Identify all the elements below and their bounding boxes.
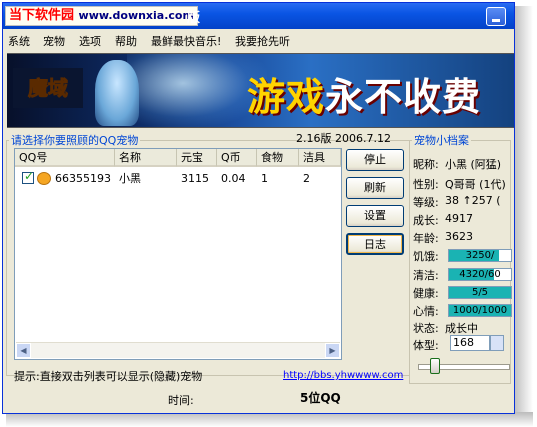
age-label: 年龄: xyxy=(413,232,439,245)
log-button[interactable]: 日志 xyxy=(346,233,404,255)
minimize-button[interactable] xyxy=(486,7,506,26)
menu-options[interactable]: 选项 xyxy=(79,33,101,49)
health-label: 健康: xyxy=(413,287,439,300)
window-shadow-bottom xyxy=(6,412,533,427)
pet-row-checkbox[interactable]: ✓ xyxy=(22,169,35,184)
mood-bar: 1000/1000 xyxy=(448,304,512,317)
checkmark-icon: ✓ xyxy=(24,169,35,183)
size-input[interactable]: 168 xyxy=(450,335,490,351)
hunger-label: 饥饿: xyxy=(413,250,439,263)
column-header-food[interactable]: 食物 xyxy=(257,149,299,167)
menu-music[interactable]: 最鲜最快音乐! xyxy=(151,33,221,49)
game-logo-icon: 魔域 xyxy=(13,68,83,108)
watermark-url: www.downxia.com xyxy=(78,9,194,22)
health-bar-text: 5/5 xyxy=(471,287,489,298)
age-value: 3623 xyxy=(445,230,473,243)
nickname-value: 小黑 (阿猛) xyxy=(445,158,502,171)
game-logo-text: 魔域 xyxy=(28,76,68,100)
clean-bar-text: 4320/60 xyxy=(459,269,501,280)
watermark-site-name: 当下软件园 xyxy=(9,8,75,23)
pet-list-table[interactable]: QQ号 名称 元宝 Q币 食物 洁具 ✓ 66355193 小黑 3115 0.… xyxy=(14,148,342,360)
cell-yuanbao[interactable]: 3115 xyxy=(181,171,209,187)
size-spinner[interactable] xyxy=(490,335,504,351)
ad-banner[interactable]: 魔域 游戏永不收费 xyxy=(7,53,514,128)
level-value: 38 ↑257 ( xyxy=(445,194,501,207)
forum-link[interactable]: http://bbs.yhwwww.com xyxy=(283,370,403,381)
menu-pet[interactable]: 宠物 xyxy=(43,33,65,49)
version-info: 2.16版 2006.7.12 xyxy=(296,132,391,145)
column-header-yuanbao[interactable]: 元宝 xyxy=(177,149,217,167)
gender-label: 性别: xyxy=(413,178,439,191)
slogan-part2: 永不收费 xyxy=(325,75,482,119)
menu-help[interactable]: 帮助 xyxy=(115,33,137,49)
pet-select-legend: 请选择你要照顾的QQ宠物 xyxy=(11,134,139,147)
slogan-part1: 游戏 xyxy=(247,75,326,119)
menu-system[interactable]: 系统 xyxy=(8,33,30,49)
clean-bar: 4320/60 xyxy=(448,268,512,281)
cell-food[interactable]: 1 xyxy=(261,171,268,187)
hunger-bar: 3250/ xyxy=(448,249,512,262)
slider-thumb[interactable] xyxy=(430,358,440,374)
hint-text: 提示:直接双击列表可以显示(隐藏)宠物 xyxy=(14,370,203,383)
title-bar[interactable]: 当下软件园 www.downxia.com 版 xyxy=(3,3,514,29)
cell-cleaner[interactable]: 2 xyxy=(303,171,310,187)
banner-character-image xyxy=(95,60,139,126)
cell-qq[interactable]: 66355193 xyxy=(55,171,111,187)
watermark-badge: 当下软件园 www.downxia.com xyxy=(5,6,198,26)
pet-face-icon xyxy=(37,172,51,185)
mood-bar-text: 1000/1000 xyxy=(452,305,508,316)
banner-slogan: 游戏永不收费 xyxy=(247,66,481,121)
stop-button[interactable]: 停止 xyxy=(346,149,404,171)
horizontal-scrollbar[interactable]: ◀ ▶ xyxy=(16,342,340,358)
window-title: 版 xyxy=(187,11,201,26)
settings-button[interactable]: 设置 xyxy=(346,205,404,227)
pet-profile-legend: 宠物小档案 xyxy=(414,134,469,147)
menu-bar: 系统 宠物 选项 帮助 最鲜最快音乐! 我要抢先听 xyxy=(3,30,514,50)
health-bar: 5/5 xyxy=(448,286,512,299)
nickname-label: 昵称: xyxy=(413,158,439,171)
menu-preview[interactable]: 我要抢先听 xyxy=(235,33,290,49)
refresh-button[interactable]: 刷新 xyxy=(346,177,404,199)
status-value: 成长中 xyxy=(445,322,478,335)
gender-value: Q哥哥 (1代) xyxy=(445,178,506,191)
time-label: 时间: xyxy=(168,394,194,407)
column-header-qq[interactable]: QQ号 xyxy=(15,149,115,167)
clean-label: 清洁: xyxy=(413,269,439,282)
status-label: 状态: xyxy=(413,322,439,335)
cell-qb[interactable]: 0.04 xyxy=(221,171,246,187)
column-header-name[interactable]: 名称 xyxy=(115,149,177,167)
growth-label: 成长: xyxy=(413,214,439,227)
scroll-right-icon[interactable]: ▶ xyxy=(325,343,340,358)
mood-label: 心情: xyxy=(413,305,439,318)
column-header-cleaner[interactable]: 洁具 xyxy=(299,149,341,167)
banner-light-effect xyxy=(127,54,267,127)
growth-value: 4917 xyxy=(445,212,473,225)
column-header-qb[interactable]: Q币 xyxy=(217,149,257,167)
size-label: 体型: xyxy=(413,339,439,352)
minimize-icon xyxy=(492,19,500,22)
cell-name[interactable]: 小黑 xyxy=(119,171,141,187)
scroll-left-icon[interactable]: ◀ xyxy=(16,343,31,358)
qq-text: 5位QQ xyxy=(300,391,341,405)
level-label: 等级: xyxy=(413,196,439,209)
hunger-bar-text: 3250/ xyxy=(465,250,495,261)
window-shadow-right xyxy=(513,6,533,416)
